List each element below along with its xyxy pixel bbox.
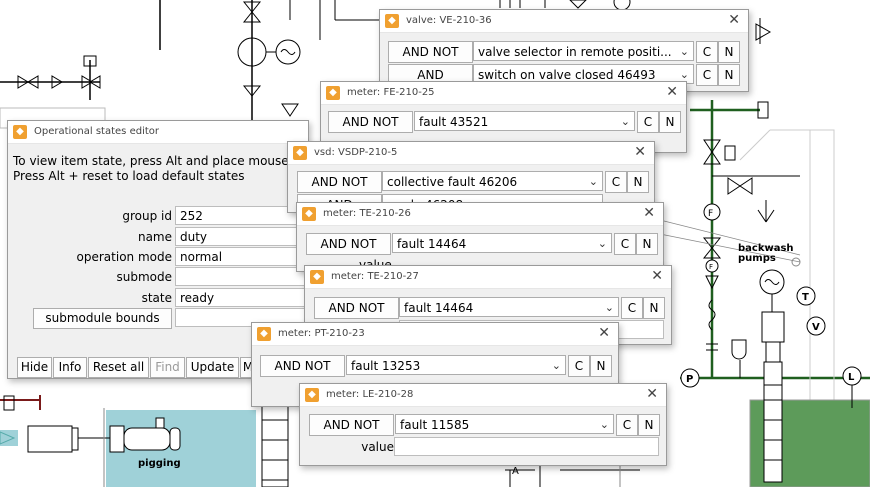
- pt-condition-select[interactable]: fault 13253 ⌄: [346, 355, 566, 375]
- app-icon: ◆: [305, 388, 319, 402]
- le-value-field[interactable]: [394, 437, 659, 456]
- vsdp-title: vsd: VSDP-210-5: [314, 147, 398, 158]
- pt-op-button[interactable]: AND NOT: [260, 355, 345, 377]
- pt-titlebar[interactable]: ◆ meter: PT-210-23 ✕: [252, 323, 618, 346]
- le-c-button[interactable]: C: [616, 414, 638, 436]
- le-titlebar[interactable]: ◆ meter: LE-210-28 ✕: [300, 384, 666, 407]
- chevron-down-icon: ⌄: [620, 115, 630, 128]
- close-icon[interactable]: ✕: [598, 325, 610, 341]
- chevron-down-icon: ⌄: [599, 418, 609, 431]
- editor-hint-2: Press Alt + reset to load default states: [13, 169, 245, 183]
- submodule-bounds-button[interactable]: submodule bounds: [33, 308, 172, 329]
- fe-condition-select[interactable]: fault 43521 ⌄: [414, 111, 635, 131]
- vsdp-row1-op-button[interactable]: AND NOT: [297, 171, 382, 193]
- ve-row1-condition-select[interactable]: valve selector in remote positi... ⌄: [473, 41, 694, 61]
- le-op-button[interactable]: AND NOT: [309, 414, 394, 436]
- close-icon[interactable]: ✕: [634, 144, 646, 160]
- te26-title: meter: TE-210-26: [323, 208, 411, 219]
- chevron-down-icon: ⌄: [588, 175, 598, 188]
- app-icon: ◆: [310, 270, 324, 284]
- app-icon: ◆: [293, 146, 307, 160]
- chevron-down-icon: ⌄: [679, 45, 689, 58]
- pt-n-button[interactable]: N: [590, 355, 612, 377]
- tag-f1: F: [708, 209, 713, 219]
- ve-titlebar[interactable]: ◆ valve: VE-210-36 ✕: [380, 10, 748, 33]
- fe-n-button[interactable]: N: [659, 111, 681, 133]
- vsdp-row1-n-button[interactable]: N: [627, 171, 649, 193]
- valve-ve-210-36-window: ◆ valve: VE-210-36 ✕ AND NOT valve selec…: [379, 9, 749, 92]
- ve-row1-n-button[interactable]: N: [718, 41, 740, 63]
- info-button[interactable]: Info: [53, 357, 87, 378]
- te26-titlebar[interactable]: ◆ meter: TE-210-26 ✕: [297, 203, 663, 226]
- tag-p: P: [686, 374, 693, 385]
- state-field[interactable]: ready: [175, 288, 308, 307]
- te26-n-button[interactable]: N: [636, 233, 658, 255]
- chevron-down-icon: ⌄: [604, 301, 614, 314]
- te27-title: meter: TE-210-27: [331, 271, 419, 282]
- close-icon[interactable]: ✕: [666, 84, 678, 100]
- le-condition-select[interactable]: fault 11585 ⌄: [395, 414, 614, 434]
- state-label: state: [141, 291, 172, 305]
- fe-title: meter: FE-210-25: [347, 87, 435, 98]
- tag-v: V: [812, 322, 820, 333]
- editor-title: Operational states editor: [34, 126, 159, 137]
- pt-title: meter: PT-210-23: [278, 328, 365, 339]
- fe-titlebar[interactable]: ◆ meter: FE-210-25 ✕: [321, 82, 686, 105]
- tag-f2: F: [709, 263, 713, 271]
- app-icon: ◆: [385, 14, 399, 28]
- close-icon[interactable]: ✕: [728, 12, 740, 28]
- app-icon: ◆: [13, 125, 27, 139]
- le-n-button[interactable]: N: [638, 414, 660, 436]
- hide-button[interactable]: Hide: [17, 357, 52, 378]
- te27-condition-select[interactable]: fault 14464 ⌄: [399, 297, 619, 317]
- chevron-down-icon: ⌄: [597, 237, 607, 250]
- fe-c-button[interactable]: C: [637, 111, 659, 133]
- operation-mode-field[interactable]: normal: [175, 247, 308, 266]
- marker-a: A: [512, 466, 519, 477]
- te26-op-button[interactable]: AND NOT: [306, 233, 391, 255]
- app-icon: ◆: [326, 86, 340, 100]
- submode-label: submode: [116, 270, 172, 284]
- tag-l: L: [848, 372, 855, 383]
- name-label: name: [137, 230, 172, 244]
- fe-op-button[interactable]: AND NOT: [328, 111, 413, 133]
- operation-mode-label: operation mode: [76, 250, 172, 264]
- close-icon[interactable]: ✕: [646, 386, 658, 402]
- editor-hint-1: To view item state, press Alt and place …: [13, 154, 289, 168]
- pigging-label: pigging: [138, 458, 181, 469]
- pumps-label: pumps: [738, 253, 776, 264]
- ve-title: valve: VE-210-36: [406, 15, 492, 26]
- le-value-label: value: [361, 440, 394, 454]
- te27-op-button[interactable]: AND NOT: [314, 297, 399, 319]
- group-id-label: group id: [122, 209, 172, 223]
- update-button[interactable]: Update: [186, 357, 239, 378]
- close-icon[interactable]: ✕: [651, 268, 663, 284]
- tag-t: T: [802, 292, 809, 303]
- vsdp-row1-c-button[interactable]: C: [605, 171, 627, 193]
- ve-row2-n-button[interactable]: N: [718, 64, 740, 86]
- te26-condition-select[interactable]: fault 14464 ⌄: [392, 233, 612, 253]
- submode-field[interactable]: [175, 267, 308, 286]
- te27-c-button[interactable]: C: [621, 297, 643, 319]
- pt-c-button[interactable]: C: [568, 355, 590, 377]
- editor-titlebar[interactable]: ◆ Operational states editor: [8, 121, 308, 144]
- te27-titlebar[interactable]: ◆ meter: TE-210-27 ✕: [305, 266, 671, 289]
- vsdp-row1-condition-select[interactable]: collective fault 46206 ⌄: [382, 171, 603, 191]
- find-button[interactable]: Find: [150, 357, 185, 378]
- te26-c-button[interactable]: C: [614, 233, 636, 255]
- app-icon: ◆: [257, 327, 271, 341]
- chevron-down-icon: ⌄: [551, 359, 561, 372]
- app-icon: ◆: [302, 207, 316, 221]
- name-field[interactable]: duty: [175, 227, 308, 246]
- ve-row1-op-button[interactable]: AND NOT: [388, 41, 473, 63]
- meter-te-210-26-window: ◆ meter: TE-210-26 ✕ AND NOT fault 14464…: [296, 202, 664, 272]
- te27-n-button[interactable]: N: [643, 297, 665, 319]
- reset-all-button[interactable]: Reset all: [88, 357, 149, 378]
- ve-row2-c-button[interactable]: C: [696, 64, 718, 86]
- le-title: meter: LE-210-28: [326, 389, 414, 400]
- vsdp-titlebar[interactable]: ◆ vsd: VSDP-210-5 ✕: [288, 142, 654, 165]
- ve-row1-c-button[interactable]: C: [696, 41, 718, 63]
- close-icon[interactable]: ✕: [643, 205, 655, 221]
- meter-le-210-28-window: ◆ meter: LE-210-28 ✕ AND NOT fault 11585…: [299, 383, 667, 466]
